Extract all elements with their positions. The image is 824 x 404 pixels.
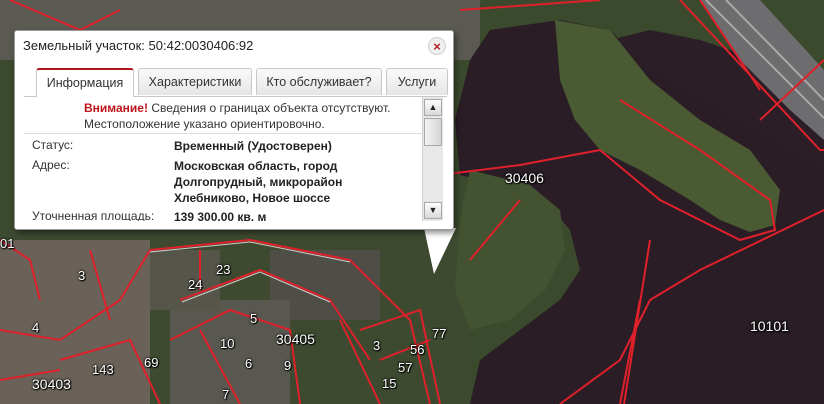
field-value: Московская область, город Долгопрудный, … [174,159,343,205]
parcel-label-6: 6 [245,356,253,371]
tab-who-serves[interactable]: Кто обслуживает? [256,68,382,95]
tab-information[interactable]: Информация [36,68,134,97]
scroll-down-button[interactable]: ▼ [424,202,442,219]
parcel-label-3b: 3 [373,338,381,353]
scroll-thumb[interactable] [424,118,442,146]
parcel-label-23: 23 [216,262,231,277]
parcel-label-15: 15 [382,376,397,391]
parcel-label-56: 56 [410,342,425,357]
parcel-info-popup: Земельный участок: 50:42:0030406:92 × Ин… [14,30,456,274]
parcel-label-10: 10 [220,336,235,351]
parcel-label-77: 77 [432,326,447,341]
scroll-up-button[interactable]: ▲ [424,99,442,116]
field-value: 139 300.00 кв. м [174,210,267,221]
popup-tabs: Информация Характеристики Кто обслуживае… [24,68,450,97]
popup-pointer [424,228,456,274]
parcel-label-9: 9 [284,358,292,373]
parcel-label-01: 01 [0,236,15,251]
tab-characteristics[interactable]: Характеристики [138,68,252,95]
parcel-label-143: 143 [92,362,114,377]
tab-services[interactable]: Услуги [386,68,448,95]
parcel-label-10101: 10101 [750,318,789,334]
parcel-label-30403: 30403 [32,376,71,392]
notice-text: Внимание! Сведения о границах объекта от… [84,100,414,132]
parcel-label-30405: 30405 [276,331,315,347]
parcel-label-3: 3 [78,268,86,283]
parcel-label-5: 5 [250,311,258,326]
divider [24,133,422,134]
info-panel: Внимание! Сведения о границах объекта от… [24,97,422,221]
field-value: Временный (Удостоверен) [174,139,332,153]
parcel-label-69: 69 [144,355,159,370]
popup-title: Земельный участок: 50:42:0030406:92 [23,38,254,53]
field-label: Статус: [32,138,74,152]
parcel-label-30406: 30406 [505,170,544,186]
parcel-label-4: 4 [32,320,40,335]
scrollbar[interactable]: ▲ ▼ [422,97,443,221]
parcel-label-57: 57 [398,360,413,375]
warning-label: Внимание! [84,101,148,115]
parcel-label-7: 7 [222,387,230,402]
close-button[interactable]: × [428,37,446,55]
parcel-label-24: 24 [188,277,203,292]
field-label: Уточненная площадь: [32,209,155,221]
field-label: Адрес: [32,158,70,172]
